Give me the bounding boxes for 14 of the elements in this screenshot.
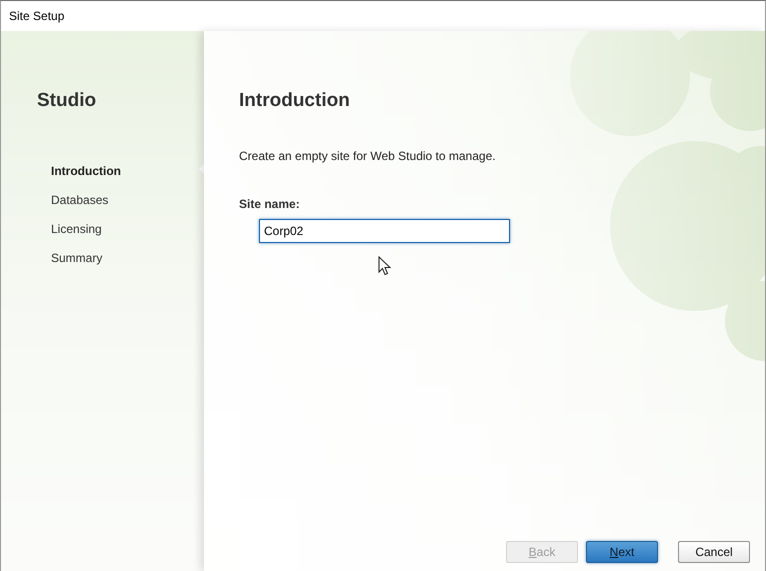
field-label: Site name:: [239, 196, 301, 213]
dialog-button[interactable]: Next: [586, 541, 658, 563]
site-name-field[interactable]: Corp02: [259, 219, 510, 243]
cursor-icon: [378, 256, 391, 276]
description-text: Create an empty site for Web Studio to manage.: [239, 148, 497, 165]
step-item[interactable]: Licensing: [51, 222, 102, 236]
step-item[interactable]: Introduction: [51, 164, 121, 178]
step-item[interactable]: Summary: [51, 251, 102, 265]
selection-notch-icon: [199, 163, 205, 175]
step-item[interactable]: Databases: [51, 193, 108, 207]
window-title: Site Setup: [9, 8, 64, 25]
page-heading: Introduction: [239, 89, 351, 113]
sidebar-title: Studio: [37, 89, 98, 113]
dialog-button[interactable]: Cancel: [678, 541, 750, 563]
